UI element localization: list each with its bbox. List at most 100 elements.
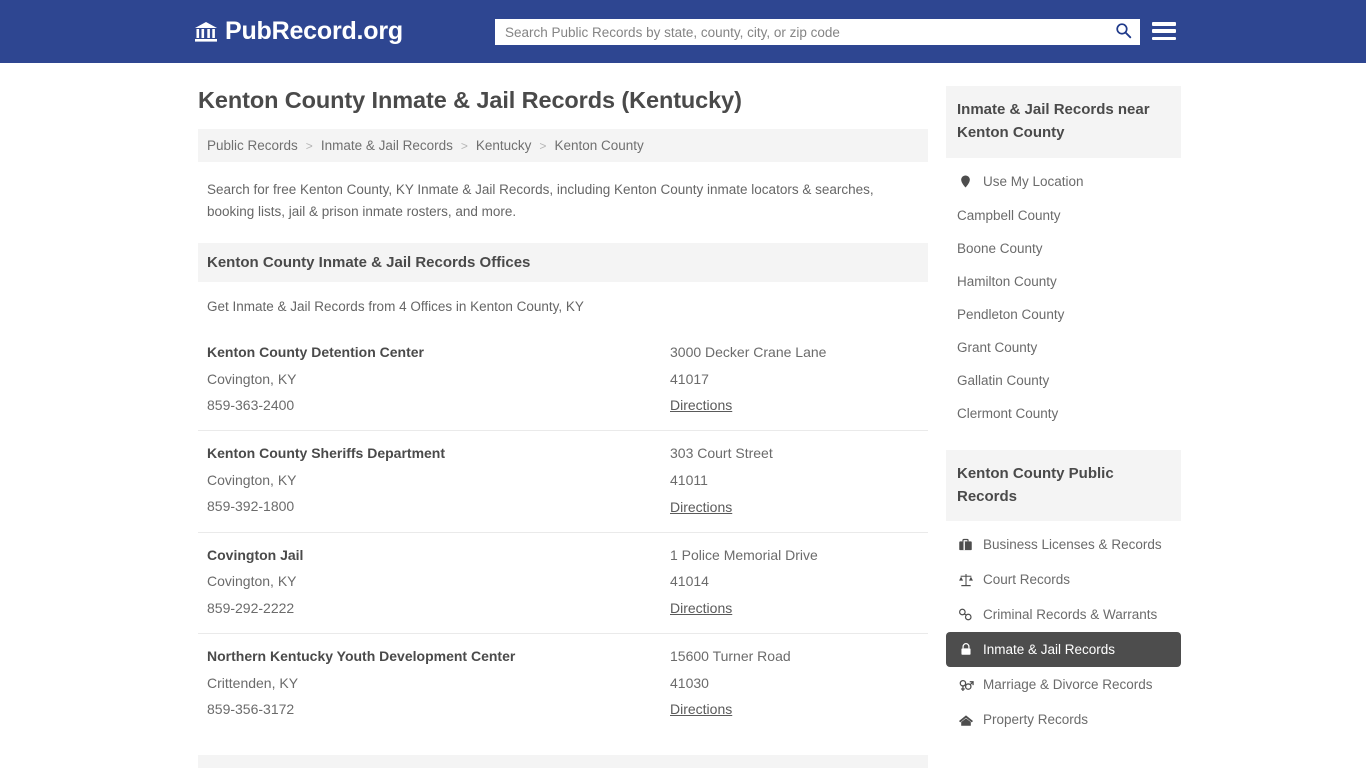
page-body: Kenton County Inmate & Jail Records (Ken… bbox=[0, 63, 1366, 768]
table-row: Northern Kentucky Youth Development Cent… bbox=[198, 634, 928, 734]
hamburger-menu-icon[interactable] bbox=[1152, 20, 1176, 42]
sidebar: Inmate & Jail Records near Kenton County… bbox=[946, 86, 1181, 768]
hamburger-bar bbox=[1152, 22, 1176, 26]
breadcrumb-item-kenton-county[interactable]: Kenton County bbox=[554, 138, 643, 153]
office-name[interactable]: Kenton County Sheriffs Department bbox=[207, 440, 670, 467]
sidebar-item-use-my-location[interactable]: Use My Location bbox=[946, 164, 1181, 199]
house-icon bbox=[957, 711, 974, 728]
office-city-state: Covington, KY bbox=[207, 370, 297, 387]
directions-link[interactable]: Directions bbox=[670, 392, 732, 418]
table-row: Covington Jail Covington, KY 859-292-222… bbox=[198, 533, 928, 635]
office-address: 1 Police Memorial Drive 41014 Directions bbox=[670, 542, 919, 621]
office-address: 303 Court Street 41011 Directions bbox=[670, 440, 919, 519]
sidebar-item-business-licenses[interactable]: Business Licenses & Records bbox=[946, 527, 1181, 562]
sidebar-item-property-records[interactable]: Property Records bbox=[946, 702, 1181, 737]
content-container: Kenton County Inmate & Jail Records (Ken… bbox=[198, 63, 1181, 768]
sidebar-public-records-heading: Kenton County Public Records bbox=[946, 449, 1181, 521]
office-name[interactable]: Northern Kentucky Youth Development Cent… bbox=[207, 643, 670, 670]
search-icon bbox=[1115, 22, 1132, 42]
office-address: 3000 Decker Crane Lane 41017 Directions bbox=[670, 339, 919, 418]
office-city-state: Covington, KY bbox=[207, 573, 297, 590]
bank-building-icon bbox=[194, 20, 218, 44]
sidebar-item-label: Clermont County bbox=[957, 405, 1059, 421]
sidebar-item-hamilton-county[interactable]: Hamilton County bbox=[946, 265, 1181, 298]
office-zip: 41017 bbox=[670, 370, 709, 387]
site-logo-text: PubRecord.org bbox=[225, 17, 403, 45]
sidebar-item-boone-county[interactable]: Boone County bbox=[946, 232, 1181, 265]
office-phone: 859-356-3172 bbox=[207, 700, 295, 717]
sidebar-item-label: Campbell County bbox=[957, 207, 1061, 223]
breadcrumb-separator: > bbox=[305, 138, 313, 153]
page-title: Kenton County Inmate & Jail Records (Ken… bbox=[198, 87, 742, 113]
office-street: 303 Court Street bbox=[670, 445, 773, 462]
main-content: Kenton County Inmate & Jail Records (Ken… bbox=[198, 86, 928, 768]
map-pin-icon bbox=[957, 173, 974, 190]
office-phone: 859-392-1800 bbox=[207, 498, 295, 515]
lock-icon bbox=[957, 641, 974, 658]
sidebar-item-label: Gallatin County bbox=[957, 372, 1050, 388]
briefcase-icon bbox=[957, 536, 974, 553]
handcuffs-icon bbox=[957, 606, 974, 623]
offices-list: Kenton County Detention Center Covington… bbox=[198, 330, 928, 734]
sidebar-public-records-list: Business Licenses & Records Court Record… bbox=[946, 521, 1181, 737]
office-details: Kenton County Detention Center Covington… bbox=[207, 339, 670, 418]
sidebar-item-gallatin-county[interactable]: Gallatin County bbox=[946, 364, 1181, 397]
office-address: 15600 Turner Road 41030 Directions bbox=[670, 643, 919, 722]
offices-section-heading: Kenton County Inmate & Jail Records Offi… bbox=[198, 243, 928, 283]
sidebar-item-marriage-divorce-records[interactable]: Marriage & Divorce Records bbox=[946, 667, 1181, 702]
sidebar-item-campbell-county[interactable]: Campbell County bbox=[946, 199, 1181, 232]
hamburger-bar bbox=[1152, 36, 1176, 40]
sidebar-item-label: Marriage & Divorce Records bbox=[983, 677, 1153, 692]
sidebar-item-criminal-records[interactable]: Criminal Records & Warrants bbox=[946, 597, 1181, 632]
office-zip: 41011 bbox=[670, 472, 708, 489]
office-name[interactable]: Kenton County Detention Center bbox=[207, 339, 670, 366]
sidebar-item-clermont-county[interactable]: Clermont County bbox=[946, 397, 1181, 430]
search-button[interactable] bbox=[1106, 19, 1140, 45]
sidebar-public-records-block: Kenton County Public Records Business Li… bbox=[946, 449, 1181, 738]
office-zip: 41030 bbox=[670, 674, 709, 691]
sidebar-item-label: Use My Location bbox=[983, 173, 1084, 189]
sidebar-item-label: Business Licenses & Records bbox=[983, 537, 1162, 552]
office-street: 15600 Turner Road bbox=[670, 648, 791, 665]
sidebar-item-inmate-jail-records[interactable]: Inmate & Jail Records bbox=[946, 632, 1181, 667]
breadcrumb-separator: > bbox=[460, 138, 468, 153]
scales-of-justice-icon bbox=[957, 571, 974, 588]
site-header: PubRecord.org bbox=[0, 0, 1366, 63]
breadcrumb-item-inmate-jail-records[interactable]: Inmate & Jail Records bbox=[321, 138, 453, 153]
sidebar-item-label: Boone County bbox=[957, 240, 1043, 256]
directions-link[interactable]: Directions bbox=[670, 696, 732, 722]
office-street: 3000 Decker Crane Lane bbox=[670, 344, 827, 361]
breadcrumb: Public Records > Inmate & Jail Records >… bbox=[198, 129, 928, 163]
databases-section-heading: Kenton County Inmate & Jail Records Data… bbox=[198, 754, 928, 768]
office-details: Covington Jail Covington, KY 859-292-222… bbox=[207, 542, 670, 621]
search-input[interactable] bbox=[495, 19, 1106, 45]
office-street: 1 Police Memorial Drive bbox=[670, 546, 818, 563]
directions-link[interactable]: Directions bbox=[670, 595, 732, 621]
site-logo[interactable]: PubRecord.org bbox=[194, 17, 403, 46]
sidebar-item-label: Property Records bbox=[983, 712, 1089, 727]
page-intro-text: Search for free Kenton County, KY Inmate… bbox=[207, 182, 874, 220]
office-city-state: Crittenden, KY bbox=[207, 674, 299, 691]
gender-symbols-icon bbox=[957, 676, 974, 693]
sidebar-item-court-records[interactable]: Court Records bbox=[946, 562, 1181, 597]
breadcrumb-item-public-records[interactable]: Public Records bbox=[207, 138, 298, 153]
office-details: Kenton County Sheriffs Department Coving… bbox=[207, 440, 670, 519]
sidebar-nearby-list: Use My Location Campbell County Boone Co… bbox=[946, 158, 1181, 430]
office-phone: 859-292-2222 bbox=[207, 599, 295, 616]
table-row: Kenton County Sheriffs Department Coving… bbox=[198, 431, 928, 533]
sidebar-item-pendleton-county[interactable]: Pendleton County bbox=[946, 298, 1181, 331]
sidebar-nearby-heading: Inmate & Jail Records near Kenton County bbox=[946, 86, 1181, 158]
office-city-state: Covington, KY bbox=[207, 472, 297, 489]
sidebar-item-label: Criminal Records & Warrants bbox=[983, 607, 1158, 622]
office-name[interactable]: Covington Jail bbox=[207, 542, 670, 569]
office-details: Northern Kentucky Youth Development Cent… bbox=[207, 643, 670, 722]
sidebar-item-label: Grant County bbox=[957, 339, 1038, 355]
sidebar-item-grant-county[interactable]: Grant County bbox=[946, 331, 1181, 364]
breadcrumb-separator: > bbox=[539, 138, 547, 153]
table-row: Kenton County Detention Center Covington… bbox=[198, 330, 928, 432]
office-phone: 859-363-2400 bbox=[207, 396, 295, 413]
sidebar-item-label: Hamilton County bbox=[957, 273, 1057, 289]
breadcrumb-item-kentucky[interactable]: Kentucky bbox=[476, 138, 532, 153]
directions-link[interactable]: Directions bbox=[670, 494, 732, 520]
hamburger-bar bbox=[1152, 29, 1176, 33]
